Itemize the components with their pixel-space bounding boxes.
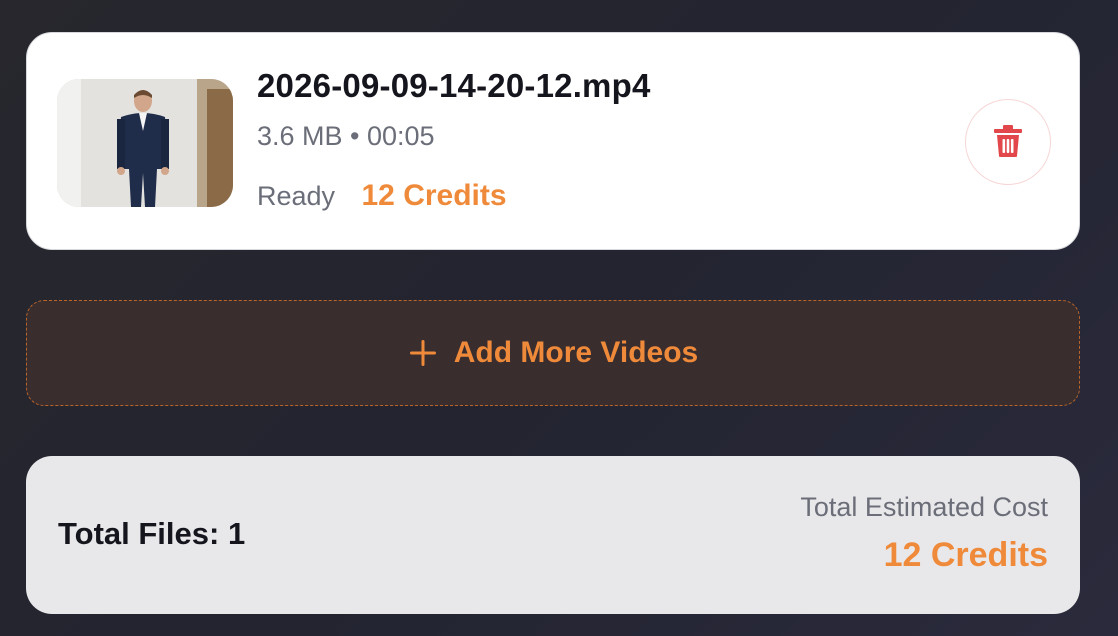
status-row: Ready 12 Credits xyxy=(257,179,507,213)
file-credits: 12 Credits xyxy=(361,179,507,212)
trash-icon xyxy=(994,125,1022,157)
status-text: Ready xyxy=(257,181,336,211)
file-name: 2026-09-09-14-20-12.mp4 xyxy=(257,67,651,104)
add-more-videos-button[interactable]: Add More Videos xyxy=(26,300,1080,406)
video-thumbnail[interactable] xyxy=(57,79,233,207)
plus-icon xyxy=(409,340,436,366)
total-cost-value: 12 Credits xyxy=(883,536,1048,574)
add-more-label: Add More Videos xyxy=(453,336,699,369)
total-files: Total Files: 1 xyxy=(58,516,246,551)
summary-card: Total Files: 1 Total Estimated Cost 12 C… xyxy=(26,456,1080,614)
total-cost-label: Total Estimated Cost xyxy=(800,492,1048,522)
delete-button[interactable] xyxy=(965,99,1051,185)
file-card: 2026-09-09-14-20-12.mp4 3.6 MB • 00:05 R… xyxy=(26,32,1080,250)
person-thumbnail-image xyxy=(57,79,233,207)
file-meta: 3.6 MB • 00:05 xyxy=(257,121,435,151)
